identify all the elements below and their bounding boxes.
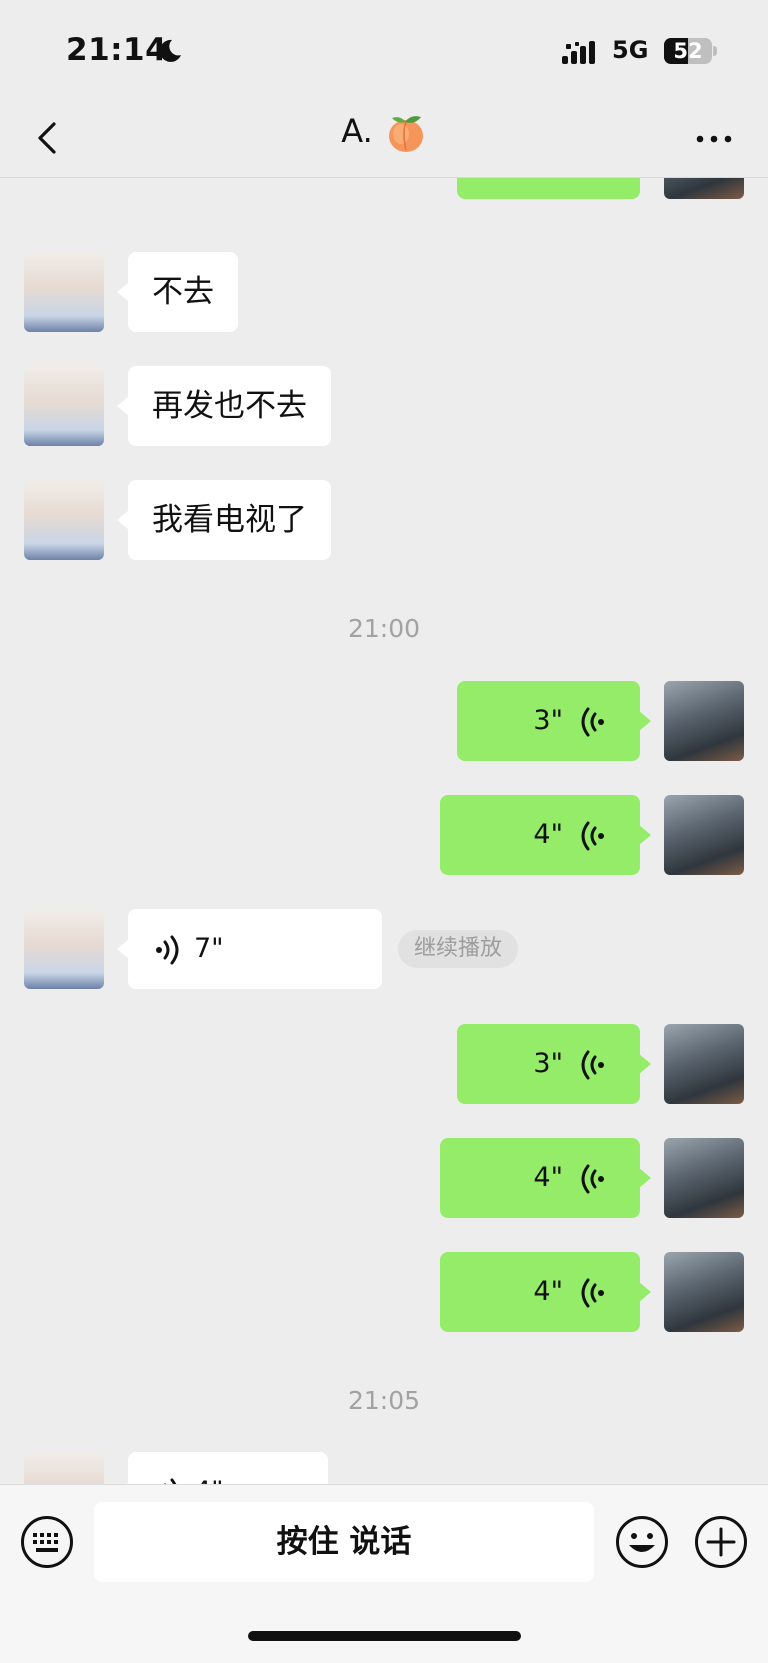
contact-avatar[interactable] xyxy=(24,480,104,560)
my-avatar[interactable] xyxy=(664,1138,744,1218)
incoming-text-message[interactable]: 不去 xyxy=(117,252,238,332)
voice-wave-icon xyxy=(156,935,179,965)
outgoing-voice-message[interactable]: 3" xyxy=(457,1024,651,1104)
message-text: 不去 xyxy=(152,274,214,310)
input-bar: 按住 说话 xyxy=(0,1484,768,1663)
keyboard-icon[interactable] xyxy=(20,1515,74,1569)
hold-to-talk-button[interactable]: 按住 说话 xyxy=(94,1502,594,1582)
message-text: 我看电视了 xyxy=(152,502,307,538)
voice-duration: 4" xyxy=(533,1162,563,1193)
voice-wave-icon xyxy=(581,1278,604,1308)
outgoing-voice-message[interactable]: 4" xyxy=(440,1138,651,1218)
moon-icon xyxy=(159,39,181,62)
contact-name: A. xyxy=(341,112,373,150)
incoming-voice-message[interactable]: 7" xyxy=(117,909,382,989)
outgoing-voice-message[interactable]: 3" xyxy=(457,681,651,761)
voice-wave-icon xyxy=(581,1164,604,1194)
chat-header: A. xyxy=(0,100,768,178)
voice-duration: 4" xyxy=(533,1276,563,1307)
contact-avatar[interactable] xyxy=(24,366,104,446)
chat-title: A. xyxy=(0,112,768,154)
voice-duration: 4" xyxy=(533,819,563,850)
voice-duration: 3" xyxy=(533,705,563,736)
voice-duration: 3" xyxy=(533,1048,563,1079)
emoji-icon[interactable] xyxy=(615,1515,669,1569)
outgoing-voice-message[interactable]: 4" xyxy=(440,795,651,875)
home-indicator xyxy=(248,1631,521,1641)
contact-avatar[interactable] xyxy=(24,252,104,332)
continue-playing-button[interactable]: 继续播放 xyxy=(398,930,519,968)
my-avatar[interactable] xyxy=(664,795,744,875)
incoming-text-message[interactable]: 我看电视了 xyxy=(117,480,331,560)
my-avatar[interactable] xyxy=(664,178,744,199)
time-separator: 21:05 xyxy=(347,1386,421,1415)
contact-avatar[interactable] xyxy=(24,909,104,989)
message-list[interactable]: 3" 不去 再发也不去 我看电视了 21:00 3" 4" 7" 继续播放 3" xyxy=(0,178,768,1484)
network-type: 5G xyxy=(612,36,649,64)
status-time: 21:14 xyxy=(66,32,168,68)
voice-duration: 7" xyxy=(194,933,224,964)
battery-icon: 52 xyxy=(664,38,712,64)
plus-icon[interactable] xyxy=(694,1515,748,1569)
my-avatar[interactable] xyxy=(664,1024,744,1104)
incoming-text-message[interactable]: 再发也不去 xyxy=(117,366,331,446)
outgoing-voice-message[interactable]: 3" xyxy=(457,178,640,199)
status-bar: 21:14 5G 52 xyxy=(0,0,768,100)
battery-level: 52 xyxy=(673,39,703,63)
voice-duration: 4" xyxy=(194,1452,224,1484)
peach-emoji-icon xyxy=(388,116,423,152)
battery-tip xyxy=(713,46,717,56)
outgoing-voice-message[interactable]: 4" xyxy=(440,1252,651,1332)
voice-duration: 3" xyxy=(533,178,563,199)
incoming-voice-message[interactable]: 4" xyxy=(117,1452,328,1484)
voice-wave-icon xyxy=(581,821,604,851)
voice-wave-icon xyxy=(581,707,604,737)
my-avatar[interactable] xyxy=(664,681,744,761)
time-separator: 21:00 xyxy=(347,614,421,643)
signal-icon xyxy=(562,41,595,64)
more-icon[interactable] xyxy=(694,124,734,154)
message-text: 再发也不去 xyxy=(152,388,307,424)
contact-avatar[interactable] xyxy=(24,1452,104,1484)
my-avatar[interactable] xyxy=(664,1252,744,1332)
voice-wave-icon xyxy=(581,1050,604,1080)
